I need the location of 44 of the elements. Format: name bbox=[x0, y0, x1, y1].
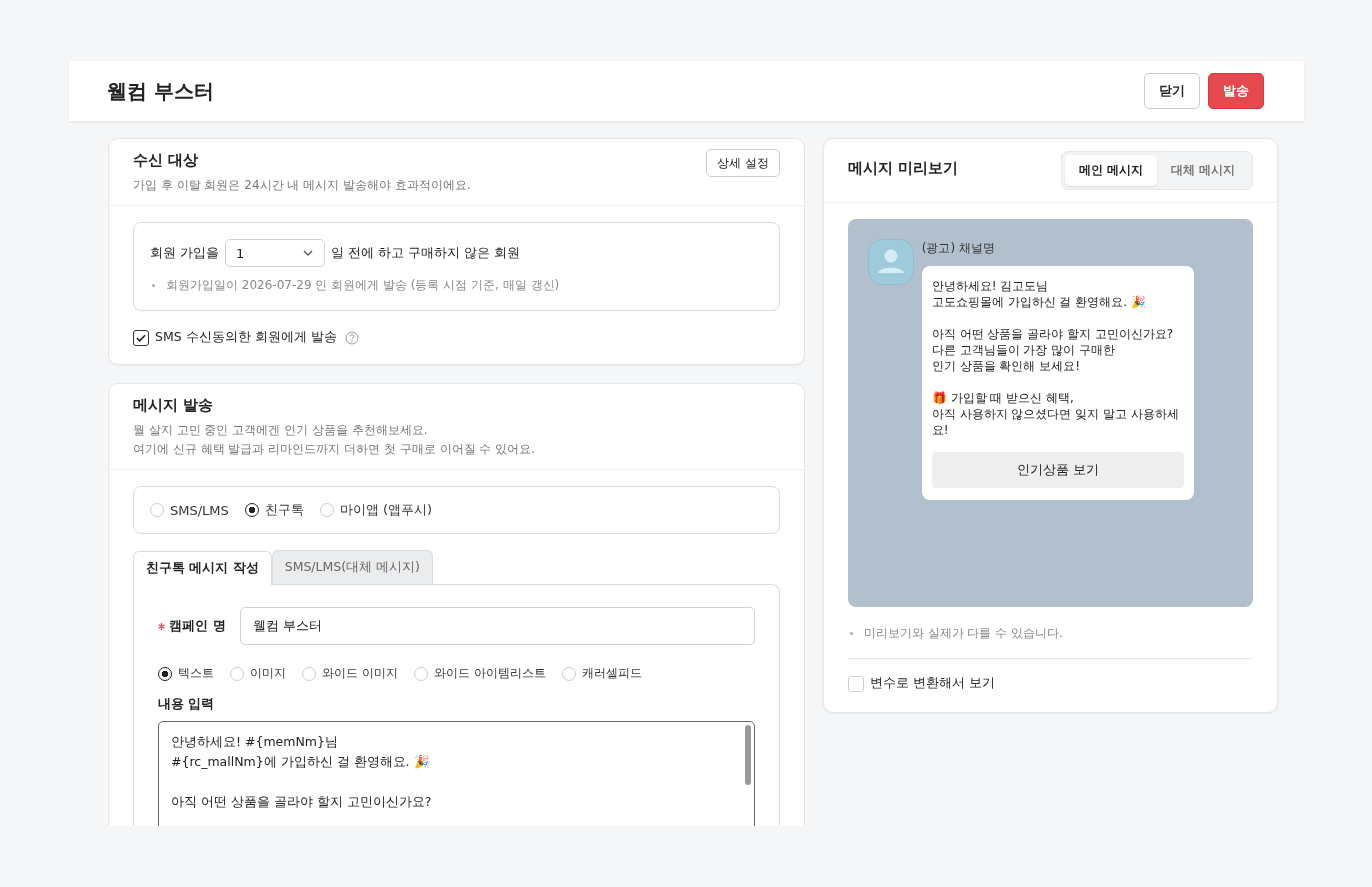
radio-label: 캐러셀피드 bbox=[581, 665, 642, 682]
section-description: 뭘 살지 고민 중인 고객에겐 인기 상품을 추천해보세요. bbox=[133, 422, 429, 439]
bullet-icon bbox=[152, 284, 155, 287]
radio-label: SMS/LMS bbox=[170, 502, 229, 518]
segment-tab[interactable]: 메인 메시지 bbox=[1064, 155, 1157, 186]
checkbox[interactable] bbox=[133, 329, 149, 346]
section-title: 메시지 미리보기 bbox=[847, 159, 958, 178]
field-label: 캠페인 명 bbox=[169, 617, 226, 635]
condition-label: 회원 가입을 bbox=[150, 244, 219, 262]
radio-label: 마이앱 (앱푸시) bbox=[339, 501, 433, 519]
tab[interactable]: SMS/LMS(대체 메시지) bbox=[271, 550, 433, 584]
radio-button[interactable] bbox=[244, 503, 259, 517]
checkbox-label: SMS 수신동의한 회원에게 발송 bbox=[155, 329, 337, 346]
radio-label: 이미지 bbox=[250, 665, 286, 682]
scrollbar-thumb[interactable] bbox=[744, 725, 751, 785]
radio-label: 와이드 아이템리스트 bbox=[433, 665, 546, 682]
bullet-icon bbox=[849, 632, 853, 635]
message-text: 안녕하세요! 김고도님 고도쇼핑몰에 가입하신 걸 환영해요. 🎉 아직 어떤 상품을 골라야 할지 고민이신가요? 다른 고객님들이 가장 많이 구매한 인기 상품을 확인해 보세요! 🎁 가입할 때 받으신 혜택, 아직 사용하지 않으셨다면 잊지 말고 사용하세요! bbox=[931, 278, 1180, 438]
segment-tab[interactable]: 대체 메시지 bbox=[1156, 155, 1249, 186]
campaign-name-field[interactable]: 웰컴 부스터 bbox=[240, 607, 755, 645]
section-title: 수신 대상 bbox=[133, 151, 200, 170]
sender-name: (광고) 채널명 bbox=[921, 240, 996, 257]
send-button[interactable]: 발송 bbox=[1208, 73, 1264, 109]
page-title: 웰컴 부스터 bbox=[107, 77, 214, 105]
preview-note: 미리보기와 실제가 다를 수 있습니다. bbox=[863, 625, 1063, 642]
condition-label: 일 전에 하고 구매하지 않은 회원 bbox=[331, 244, 520, 262]
checkbox-label: 변수로 변환해서 보기 bbox=[869, 675, 995, 692]
tab[interactable]: 친구톡 메시지 작성 bbox=[133, 551, 272, 585]
section-description: 가입 후 이탈 회원은 24시간 내 메시지 발송해야 효과적이에요. bbox=[133, 177, 471, 194]
content-text-area[interactable]: 안녕하세요! #{memNm}님 #{rc_mallNm}에 가입하신 걸 환영해요. 🎉 아직 어떤 상품을 골라야 할지 고민이신가요? bbox=[158, 721, 755, 826]
days-select[interactable]: 1 bbox=[225, 239, 325, 267]
radio-label: 친구톡 bbox=[264, 501, 304, 519]
popular-products-button[interactable]: 인기상품 보기 bbox=[931, 452, 1184, 488]
field-label: 내용 입력 bbox=[158, 696, 216, 713]
avatar-icon bbox=[867, 239, 914, 285]
radio-label: 와이드 이미지 bbox=[322, 665, 398, 682]
condition-note: 회원가입일이 2026-07-29 인 회원에게 발송 (등록 시점 기준, 매일 갱신) bbox=[166, 277, 560, 294]
section-title: 메시지 발송 bbox=[133, 396, 215, 415]
radio-button[interactable] bbox=[158, 666, 172, 681]
detail-settings-button[interactable]: 상세 설정 bbox=[705, 149, 780, 177]
radio-label: 텍스트 bbox=[178, 665, 214, 682]
help-icon[interactable] bbox=[344, 330, 359, 345]
section-description: 여기에 신규 혜택 발급과 리마인드까지 더하면 첫 구매로 이어질 수 있어요. bbox=[133, 441, 535, 458]
close-button[interactable]: 닫기 bbox=[1144, 73, 1200, 109]
